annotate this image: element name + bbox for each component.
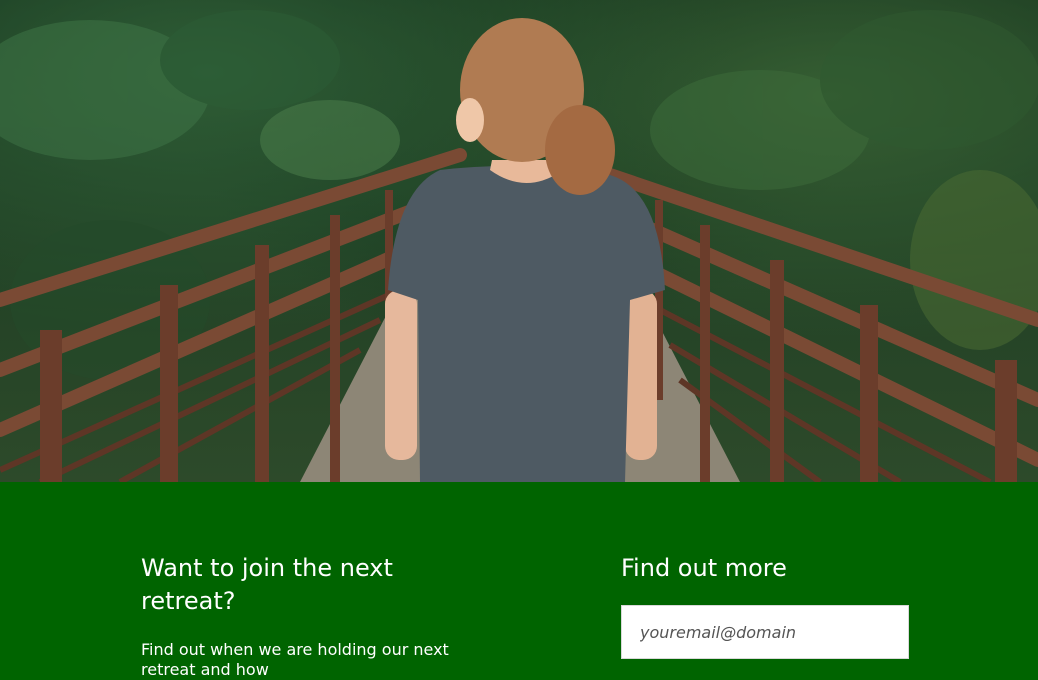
retreat-heading: Want to join the next retreat? xyxy=(141,554,393,615)
person-figure xyxy=(385,18,665,482)
signup-form: Find out more xyxy=(621,552,911,659)
email-input[interactable] xyxy=(621,605,909,659)
hero-photo xyxy=(0,10,1038,482)
retreat-info: Want to join the next retreat? Find out … xyxy=(141,552,471,680)
hero-image xyxy=(0,0,1038,482)
find-out-more-heading: Find out more xyxy=(621,554,787,582)
retreat-description: Find out when we are holding our next re… xyxy=(141,640,449,679)
signup-section: Want to join the next retreat? Find out … xyxy=(0,482,1038,679)
